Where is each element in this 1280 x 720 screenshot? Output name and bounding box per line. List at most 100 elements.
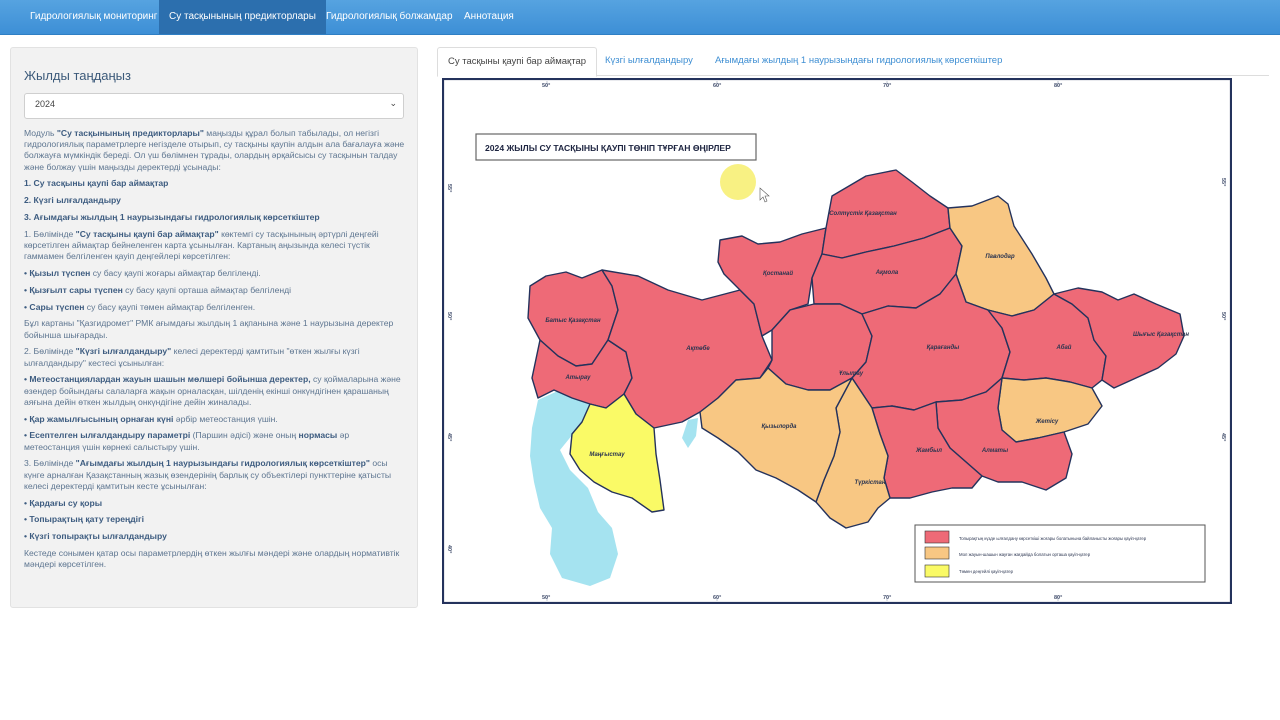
- description-bold: • Қызғылт сары түспен: [24, 284, 123, 295]
- description-text: 1. Бөлімінде: [24, 228, 76, 239]
- description-paragraph: • Метеостанциялардан жауын шашын мөлшері…: [24, 374, 406, 408]
- description-bold: "Күзгі ылғалдандыру": [75, 346, 172, 357]
- tab-flood-risk-zones[interactable]: Су тасқыны қаупі бар аймақтар: [437, 47, 598, 77]
- region-label-mangystau: Маңғыстау: [589, 452, 625, 458]
- description-bold: 1. Су тасқыны қаупі бар аймақтар: [24, 178, 169, 189]
- description-bold: • Топырақтың қату тереңдігі: [24, 514, 145, 525]
- region-label-abai: Абай: [1056, 344, 1072, 351]
- description-paragraph: • Күзгі топырақты ылғалдандыру: [24, 531, 406, 542]
- description-bold: • Қар жамылғысының орнаған күні: [24, 413, 174, 424]
- description-paragraph: 3. Ағымдағы жылдың 1 наурызындағы гидрол…: [24, 212, 406, 223]
- description-paragraph: • Сары түспен су басу қаупі төмен аймақт…: [24, 302, 406, 313]
- lon-label: 60°: [713, 595, 721, 601]
- region-label-akmola: Ақмола: [875, 270, 899, 276]
- nav-hydro-monitoring[interactable]: Гидрологиялық мониторинг: [20, 0, 167, 34]
- region-label-karaganda: Қарағанды: [927, 345, 961, 351]
- description-bold: • Метеостанциялардан жауын шашын мөлшері…: [24, 374, 311, 385]
- region-label-ulytau: Ұлытау: [839, 371, 864, 377]
- description-bold: нормасы: [298, 430, 338, 441]
- region-label-zhetisu: Жетісу: [1035, 419, 1059, 425]
- description-text: су басу қаупі төмен аймақтар белгіленген…: [84, 301, 256, 312]
- description-paragraph: Кестеде сонымен қатар осы параметрлердің…: [24, 548, 406, 570]
- chevron-down-icon: ⌄: [389, 98, 397, 108]
- description-text: су басу қаупі жоғары аймақтар белгіленді…: [90, 268, 261, 278]
- legend-swatch-high: [924, 530, 950, 544]
- description-paragraph: • Қызыл түспен су басу қаупі жоғары айма…: [24, 268, 406, 279]
- lat-label: 55°: [1220, 178, 1226, 186]
- lat-label: 45°: [446, 433, 452, 441]
- year-select[interactable]: 2024 ⌄: [24, 93, 404, 119]
- lon-label: 50°: [542, 595, 550, 601]
- lon-label: 70°: [883, 595, 891, 601]
- lon-label: 50°: [542, 83, 550, 89]
- region-label-almaty: Алматы: [981, 448, 1009, 454]
- legend-label-medium: Мол жауын-шашын жауған жағдайда болатын …: [959, 552, 1091, 557]
- description-text: әрбір метеостанция үшін.: [173, 413, 278, 424]
- description-bold: "Ағымдағы жылдың 1 наурызындағы гидролог…: [75, 458, 370, 469]
- map-title: 2024 ЖЫЛЫ СУ ТАСҚЫНЫ ҚАУПІ ТӨНІП ТҰРҒАН …: [485, 143, 731, 153]
- lat-label: 40°: [446, 545, 452, 553]
- description-paragraph: • Қар жамылғысының орнаған күні әрбір ме…: [24, 414, 406, 425]
- description-bold: "Су тасқынының предикторлары": [56, 128, 204, 138]
- legend-swatch-medium: [924, 546, 950, 560]
- description-text: Кестеде сонымен қатар осы параметрлердің…: [24, 547, 400, 570]
- cursor-highlight: [720, 164, 756, 200]
- tab-march-indicators[interactable]: Ағымдағы жылдың 1 наурызындағы гидрологи…: [705, 47, 1012, 75]
- description-bold: • Қызыл түспен: [24, 268, 91, 278]
- year-select-value: 2024: [35, 99, 56, 109]
- lon-label: 80°: [1054, 595, 1062, 601]
- map-tabs: Су тасқыны қаупі бар аймақтар Күзгі ылға…: [437, 47, 1269, 77]
- lat-label: 55°: [446, 184, 452, 192]
- description-paragraph: 2. Күзгі ылғалдандыру: [24, 195, 406, 206]
- legend-label-low: Төмен деңгейлі қауіп-қатер: [959, 569, 1014, 574]
- sidebar-panel: Жылды таңдаңыз 2024 ⌄ Модуль "Су тасқыны…: [10, 47, 418, 608]
- lat-label: 45°: [1220, 433, 1226, 441]
- region-label-atyrau: Атырау: [564, 375, 591, 381]
- lon-label: 60°: [713, 83, 721, 89]
- region-label-east-kz: Шығыс Қазақстан: [1133, 332, 1189, 338]
- description-paragraph: • Қардағы су қоры: [24, 498, 406, 509]
- description-paragraph: 2. Бөлімінде "Күзгі ылғалдандыру" келесі…: [24, 346, 406, 368]
- description-bold: • Есептелген ылғалдандыру параметрі: [24, 430, 191, 441]
- description-bold: 3. Ағымдағы жылдың 1 наурызындағы гидрол…: [24, 212, 320, 222]
- nav-annotation[interactable]: Аннотация: [454, 0, 524, 34]
- description-paragraph: Модуль "Су тасқынының предикторлары" маң…: [24, 128, 406, 173]
- top-navbar: Гидрологиялық мониторинг Су тасқынының п…: [0, 0, 1280, 35]
- nav-flood-predictors[interactable]: Су тасқынының предикторлары: [159, 0, 326, 34]
- description-text: Модуль: [24, 128, 57, 138]
- region-label-kyzylorda: Қызылорда: [761, 424, 797, 430]
- module-description: Модуль "Су тасқынының предикторлары" маң…: [24, 128, 406, 576]
- region-label-turkistan: Түркістан: [854, 480, 885, 486]
- description-bold: 2. Күзгі ылғалдандыру: [24, 195, 121, 206]
- description-text: 3. Бөлімінде: [24, 458, 76, 469]
- description-paragraph: Бұл картаны "Қазгидромет" РМК ағымдағы ж…: [24, 318, 406, 340]
- lat-label: 50°: [446, 312, 452, 320]
- tab-autumn-moisture[interactable]: Күзгі ылғалдандыру: [595, 47, 703, 75]
- description-text: 2. Бөлімінде: [24, 346, 76, 357]
- description-bold: • Қардағы су қоры: [24, 497, 103, 508]
- region-label-aktobe: Ақтөбе: [685, 345, 710, 352]
- description-paragraph: 1. Су тасқыны қаупі бар аймақтар: [24, 178, 406, 189]
- region-label-kostanay: Қостанай: [763, 270, 793, 277]
- region-label-zhambyl: Жамбыл: [915, 447, 942, 454]
- description-text: (Паршин әдісі) және оның: [190, 430, 299, 441]
- description-text: Бұл картаны "Қазгидромет" РМК ағымдағы ж…: [24, 318, 394, 340]
- description-paragraph: • Қызғылт сары түспен су басу қаупі орта…: [24, 285, 406, 296]
- description-paragraph: • Есептелген ылғалдандыру параметрі (Пар…: [24, 430, 406, 452]
- lon-label: 70°: [883, 83, 891, 89]
- description-bold: • Күзгі топырақты ылғалдандыру: [24, 531, 167, 542]
- flood-risk-map: 50° 60° 70° 80° 50° 60° 70° 80° 55° 50° …: [442, 78, 1232, 604]
- legend-label-high: Топырақтың күзде ылғалдану көрсеткіші жо…: [959, 536, 1147, 541]
- lon-label: 80°: [1054, 83, 1062, 89]
- year-select-title: Жылды таңдаңыз: [24, 68, 131, 83]
- nav-hydro-forecasts[interactable]: Гидрологиялық болжамдар: [316, 0, 463, 34]
- region-label-pavlodar: Павлодар: [985, 254, 1015, 260]
- description-paragraph: • Топырақтың қату тереңдігі: [24, 514, 406, 525]
- legend-swatch-low: [924, 564, 950, 578]
- description-bold: "Су тасқыны қаупі бар аймақтар": [75, 228, 219, 239]
- description-paragraph: 3. Бөлімінде "Ағымдағы жылдың 1 наурызын…: [24, 458, 406, 492]
- description-text: су басу қаупі орташа аймақтар белгіленді: [122, 284, 292, 295]
- region-label-west-kz: Батыс Қазақстан: [545, 318, 601, 324]
- region-label-north-kz: Солтүстік Қазақстан: [829, 211, 897, 217]
- description-paragraph: 1. Бөлімінде "Су тасқыны қаупі бар аймақ…: [24, 229, 406, 263]
